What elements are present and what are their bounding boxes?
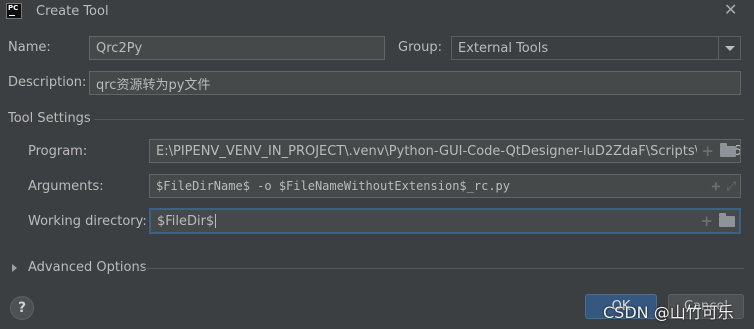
working-directory-input-value: $FileDir$	[157, 213, 215, 229]
title-bar: PC Create Tool ✕	[0, 0, 754, 24]
program-input-value: E:\PIPENV_VENV_IN_PROJECT\.venv\Python-G…	[156, 143, 741, 159]
insert-macro-icon[interactable]: +	[701, 143, 714, 159]
advanced-options-label: Advanced Options	[28, 260, 147, 275]
section-divider	[94, 119, 744, 120]
watermark: CSDN @山竹可乐	[603, 303, 734, 322]
name-input-value: Qrc2Py	[96, 40, 143, 56]
close-icon[interactable]: ✕	[724, 2, 740, 18]
working-directory-label: Working directory:	[28, 214, 147, 229]
description-label: Description:	[8, 75, 87, 90]
help-icon[interactable]: ?	[10, 296, 34, 320]
group-dropdown-button[interactable]	[718, 37, 740, 59]
program-input[interactable]: E:\PIPENV_VENV_IN_PROJECT\.venv\Python-G…	[149, 139, 741, 163]
description-input[interactable]: qrc资源转为py文件	[89, 71, 741, 95]
working-directory-input[interactable]: $FileDir$ +	[149, 208, 741, 234]
insert-macro-icon[interactable]: +	[711, 178, 720, 194]
text-cursor	[215, 214, 217, 228]
group-select[interactable]: External Tools	[451, 36, 741, 60]
chevron-right-icon	[12, 263, 17, 272]
advanced-options-toggle[interactable]: Advanced Options	[12, 260, 147, 275]
group-select-value: External Tools	[458, 40, 549, 56]
arguments-field-actions: + ⤢	[707, 175, 736, 197]
chevron-down-icon	[724, 45, 735, 51]
expand-icon[interactable]: ⤢	[726, 180, 736, 192]
program-field-actions: +	[697, 140, 736, 162]
app-icon-text: PC	[8, 4, 19, 12]
window-title: Create Tool	[36, 4, 109, 19]
arguments-input[interactable]: $FileDirName$ -o $FileNameWithoutExtensi…	[149, 174, 741, 198]
working-directory-field-actions: +	[696, 210, 735, 232]
arguments-input-value: $FileDirName$ -o $FileNameWithoutExtensi…	[156, 179, 511, 193]
arguments-label: Arguments:	[28, 179, 104, 194]
folder-icon[interactable]	[719, 212, 735, 227]
advanced-divider	[141, 268, 744, 269]
group-label: Group:	[398, 40, 442, 55]
pycharm-logo-icon: PC	[6, 3, 22, 19]
name-label: Name:	[8, 40, 51, 55]
program-label: Program:	[28, 144, 88, 159]
name-input[interactable]: Qrc2Py	[89, 36, 385, 60]
insert-macro-icon[interactable]: +	[700, 213, 713, 229]
tool-settings-title: Tool Settings	[8, 111, 91, 126]
folder-icon[interactable]	[720, 142, 736, 157]
description-input-value: qrc资源转为py文件	[96, 77, 211, 93]
